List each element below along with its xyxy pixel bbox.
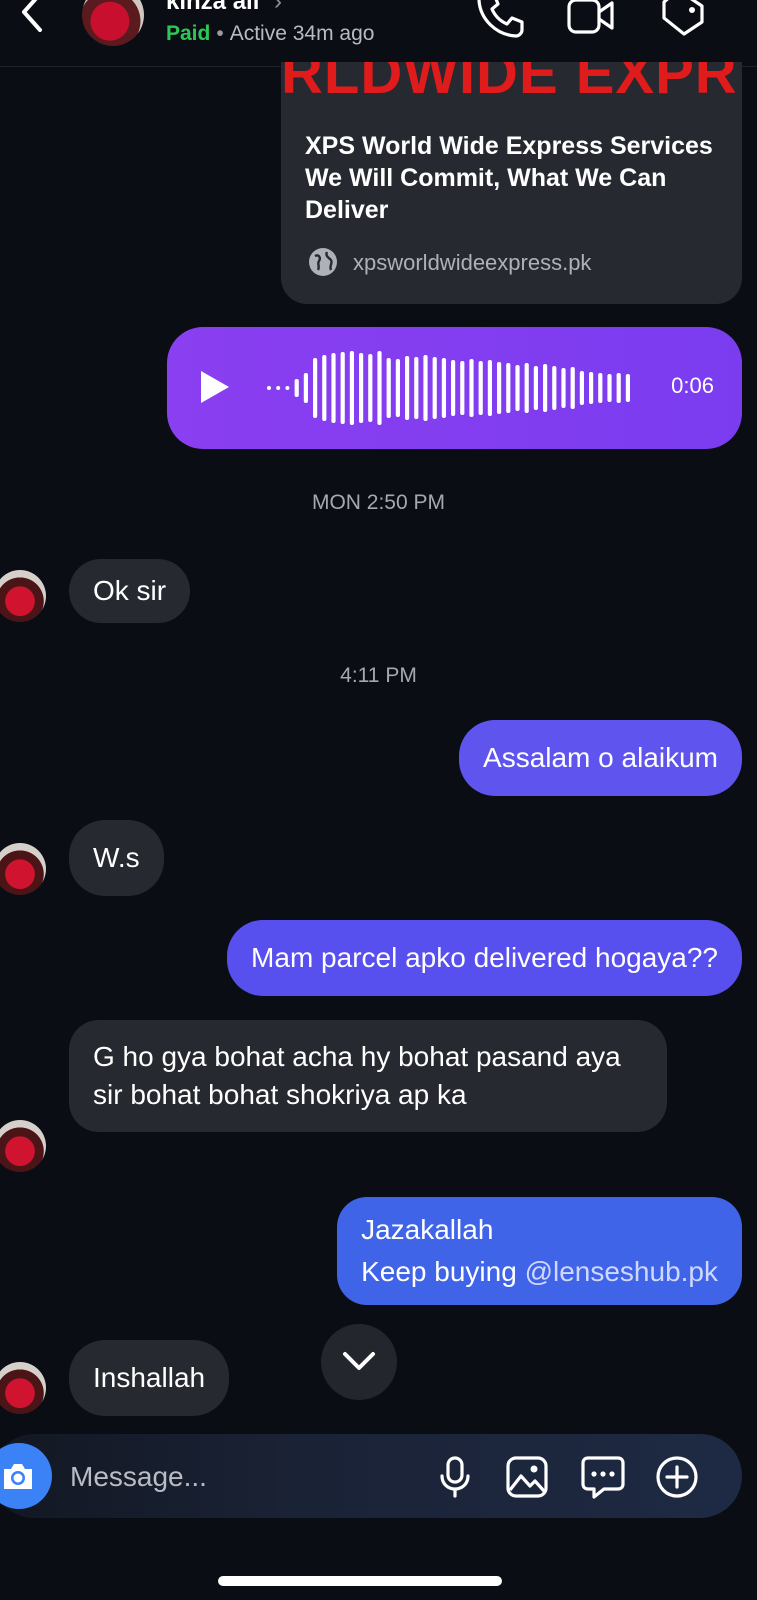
link-preview-card[interactable]: RLDWIDE EXPR XPS World Wide Express Serv…	[281, 62, 742, 304]
message-text-line: Keep buying @lenseshub.pk	[361, 1253, 718, 1291]
video-icon[interactable]	[566, 0, 616, 38]
waveform-bar	[303, 373, 308, 403]
message-text: Inshallah	[93, 1362, 206, 1393]
link-preview-image-text: RLDWIDE EXPR	[281, 62, 738, 106]
message-text: Keep buying	[361, 1256, 525, 1287]
waveform-bar	[395, 359, 400, 417]
active-status: Active 34m ago	[229, 22, 375, 45]
waveform-bar	[589, 372, 594, 404]
chat-header: kinza ali › Paid • Active 34m ago	[0, 0, 757, 67]
waveform-bar	[359, 353, 364, 423]
waveform-bar	[267, 386, 271, 390]
waveform-bar	[276, 386, 281, 390]
message-text: G ho gya bohat acha hy bohat pasand aya …	[93, 1041, 621, 1110]
chevron-right-icon: ›	[274, 0, 283, 15]
waveform-bar	[368, 354, 373, 422]
waveform-bar	[552, 366, 557, 410]
link-preview-title: XPS World Wide Express Services We Will …	[305, 132, 713, 224]
waveform-bar	[607, 374, 612, 402]
mention-link[interactable]: @lenseshub.pk	[525, 1256, 718, 1287]
scroll-to-bottom-button[interactable]	[321, 1324, 397, 1400]
waveform-bar	[340, 352, 345, 424]
sender-avatar[interactable]	[0, 1120, 46, 1172]
waveform-bar	[487, 360, 492, 416]
waveform-bar	[469, 359, 474, 417]
contact-avatar[interactable]	[82, 0, 144, 46]
waveform-bar	[451, 360, 456, 416]
incoming-message[interactable]: Ok sir	[69, 559, 191, 623]
waveform-bar	[414, 357, 419, 419]
waveform-bar	[506, 363, 511, 413]
contact-name-text: kinza ali	[166, 0, 260, 15]
waveform-bar	[524, 363, 529, 413]
back-icon[interactable]	[14, 0, 50, 40]
message-text: Mam parcel apko delivered hogaya??	[251, 942, 718, 973]
message-text-line: Jazakallah	[361, 1214, 494, 1245]
contact-name[interactable]: kinza ali ›	[166, 0, 282, 16]
paid-label: Paid	[166, 22, 211, 45]
waveform-bar	[598, 373, 603, 403]
waveform-bar	[478, 361, 483, 415]
globe-icon	[309, 248, 337, 276]
waveform-bar	[313, 358, 318, 418]
incoming-message[interactable]: Inshallah	[69, 1340, 230, 1416]
waveform-bar	[322, 355, 327, 421]
sender-avatar[interactable]	[0, 570, 46, 622]
play-icon[interactable]	[197, 369, 231, 405]
timestamp: MON 2:50 PM	[311, 491, 446, 514]
camera-icon	[4, 1464, 32, 1489]
waveform-bar	[405, 356, 410, 420]
message-text: Ok sir	[93, 575, 167, 606]
waveform-bar	[432, 357, 437, 419]
gallery-icon[interactable]	[504, 1454, 550, 1500]
voice-duration: 0:06	[671, 373, 714, 398]
chevron-down-icon	[343, 1352, 375, 1370]
sticker-icon[interactable]	[580, 1454, 626, 1500]
plus-icon[interactable]	[654, 1454, 700, 1500]
outgoing-message[interactable]: Mam parcel apko delivered hogaya??	[227, 920, 742, 996]
waveform-bar	[515, 365, 520, 411]
incoming-message[interactable]: W.s	[69, 820, 164, 896]
tag-icon[interactable]	[658, 0, 708, 38]
message-text: Assalam o alaikum	[483, 742, 718, 773]
waveform-bar	[386, 358, 391, 418]
contact-status: Paid • Active 34m ago	[166, 22, 374, 46]
waveform-bar	[616, 373, 621, 403]
voice-message-bubble[interactable]: 0:06	[167, 327, 742, 449]
status-separator: •	[216, 22, 224, 45]
incoming-message[interactable]: G ho gya bohat acha hy bohat pasand aya …	[69, 1020, 667, 1132]
waveform-bar	[497, 362, 502, 414]
waveform-bar	[349, 351, 354, 425]
waveform-bar	[294, 379, 299, 397]
waveform-bar	[570, 367, 575, 409]
message-input[interactable]	[68, 1452, 412, 1502]
microphone-icon[interactable]	[432, 1454, 478, 1500]
timestamp: 4:11 PM	[340, 664, 417, 687]
waveform-bar	[543, 364, 548, 412]
waveform-bar	[460, 361, 465, 415]
outgoing-message[interactable]: Assalam o alaikum	[459, 720, 742, 796]
link-preview-url: xpsworldwideexpress.pk	[353, 250, 592, 275]
waveform-bar	[561, 368, 566, 408]
voice-waveform[interactable]	[257, 347, 637, 429]
phone-icon[interactable]	[474, 0, 524, 38]
waveform-bar	[285, 386, 290, 390]
home-indicator[interactable]	[218, 1576, 502, 1586]
waveform-bar	[533, 366, 538, 410]
waveform-bar	[579, 371, 584, 405]
waveform-bar	[423, 355, 428, 421]
waveform-bar	[625, 374, 630, 402]
waveform-bar	[377, 351, 382, 425]
message-text: W.s	[93, 842, 140, 873]
outgoing-message[interactable]: Jazakallah Keep buying @lenseshub.pk	[337, 1197, 742, 1305]
sender-avatar[interactable]	[0, 1362, 46, 1414]
waveform-bar	[441, 358, 446, 418]
sender-avatar[interactable]	[0, 843, 46, 895]
waveform-bar	[331, 353, 336, 423]
